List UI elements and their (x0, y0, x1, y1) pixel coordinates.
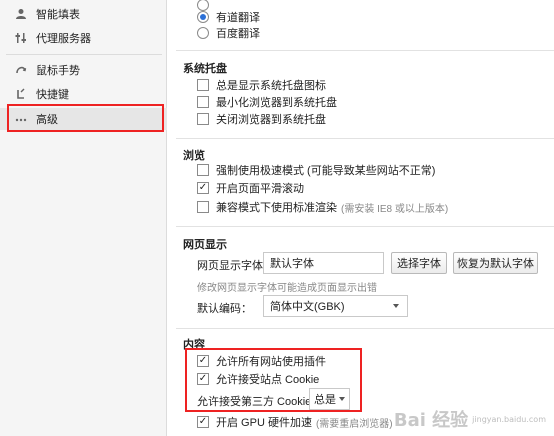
translate-option-youdao[interactable]: 有道翻译 (197, 9, 260, 25)
baidu-watermark: Bai 经验 jingyan.baidu.com (394, 406, 546, 432)
sidebar-item-label: 智能填表 (36, 9, 80, 21)
section-title-content: 内容 (183, 339, 205, 351)
option-label: 最小化浏览器到系统托盘 (216, 97, 337, 109)
settings-sidebar: 智能填表 代理服务器 鼠标手势 快捷键 高级 (0, 0, 167, 436)
option-label: 关闭浏览器到系统托盘 (216, 114, 326, 126)
sidebar-item-label: 代理服务器 (36, 33, 91, 45)
sidebar-item-autofill[interactable]: 智能填表 (0, 3, 167, 25)
radio-button[interactable] (197, 27, 209, 39)
translate-option-label: 有道翻译 (216, 12, 260, 24)
section-divider (176, 138, 554, 139)
font-field-value: 默认字体 (270, 258, 314, 270)
tray-option[interactable]: 最小化浏览器到系统托盘 (197, 94, 337, 110)
checkbox[interactable] (197, 113, 209, 125)
encoding-select-value: 简体中文(GBK) (270, 301, 345, 313)
font-field[interactable]: 默认字体 (263, 252, 384, 274)
encoding-select[interactable]: 简体中文(GBK) (263, 295, 408, 317)
section-title-tray: 系统托盘 (183, 63, 227, 75)
radio-button[interactable] (197, 11, 209, 23)
content-option[interactable]: ✓ 允许所有网站使用插件 (197, 353, 326, 369)
sidebar-item-advanced[interactable]: 高级 (0, 108, 167, 130)
translate-option-label: 百度翻译 (216, 28, 260, 40)
option-label: 允许所有网站使用插件 (216, 356, 326, 368)
option-label: 允许接受站点 Cookie (216, 374, 320, 386)
chevron-down-icon (339, 397, 345, 401)
browse-option[interactable]: ✓ 开启页面平滑滚动 (197, 180, 304, 196)
option-label: 开启页面平滑滚动 (216, 183, 304, 195)
person-icon (14, 7, 28, 21)
option-note: (需安装 IE8 或以上版本) (341, 203, 449, 215)
checkbox[interactable] (197, 96, 209, 108)
third-party-cookie-value: 总是 (314, 394, 336, 406)
more-dots-icon (14, 112, 28, 126)
option-label: 总是显示系统托盘图标 (216, 80, 326, 92)
checkbox[interactable] (197, 164, 209, 176)
checkbox[interactable] (197, 201, 209, 213)
sidebar-item-gesture[interactable]: 鼠标手势 (0, 59, 167, 81)
section-title-webfont: 网页显示 (183, 239, 227, 251)
gpu-option[interactable]: ✓ 开启 GPU 硬件加速 (需要重启浏览器) (197, 414, 393, 430)
section-divider (176, 226, 554, 227)
checkbox-checked[interactable]: ✓ (197, 373, 209, 385)
checkbox-checked[interactable]: ✓ (197, 355, 209, 367)
choose-font-button[interactable]: 选择字体 (391, 252, 447, 274)
option-label: 开启 GPU 硬件加速 (216, 417, 312, 429)
sliders-icon (14, 31, 28, 45)
reset-font-button[interactable]: 恢复为默认字体 (453, 252, 538, 274)
encoding-label: 默认编码： (197, 303, 252, 315)
tray-option[interactable]: 总是显示系统托盘图标 (197, 77, 326, 93)
translate-option-baidu[interactable]: 百度翻译 (197, 25, 260, 41)
option-label: 强制使用极速模式 (可能导致某些网站不正常) (216, 165, 436, 177)
checkbox[interactable] (197, 79, 209, 91)
gesture-icon (14, 63, 28, 77)
watermark-sub: jingyan.baidu.com (472, 414, 546, 424)
sidebar-item-shortcut[interactable]: 快捷键 (0, 83, 167, 105)
third-party-cookie-select[interactable]: 总是 (309, 388, 350, 410)
tray-option[interactable]: 关闭浏览器到系统托盘 (197, 111, 326, 127)
third-party-cookie-label: 允许接受第三方 Cookie： (197, 396, 323, 408)
sidebar-item-label: 高级 (36, 114, 58, 126)
content-option[interactable]: ✓ 允许接受站点 Cookie (197, 371, 319, 387)
sidebar-item-proxy[interactable]: 代理服务器 (0, 27, 167, 49)
option-label: 兼容模式下使用标准渲染 (216, 202, 337, 214)
sidebar-item-label: 快捷键 (36, 89, 69, 101)
browse-option[interactable]: 强制使用极速模式 (可能导致某些网站不正常) (197, 162, 435, 178)
checkbox-checked[interactable]: ✓ (197, 182, 209, 194)
sidebar-item-label: 鼠标手势 (36, 65, 80, 77)
option-note: (需要重启浏览器) (315, 418, 393, 430)
chevron-down-icon (393, 304, 399, 308)
browse-option[interactable]: 兼容模式下使用标准渲染 (需安装 IE8 或以上版本) (197, 199, 448, 215)
section-divider (176, 328, 554, 329)
checkbox-checked[interactable]: ✓ (197, 416, 209, 428)
font-hint: 修改网页显示字体可能造成页面显示出错 (197, 283, 377, 294)
shortcut-icon (14, 87, 28, 101)
section-divider (176, 50, 554, 51)
sidebar-divider (6, 54, 162, 55)
section-title-browse: 浏览 (183, 150, 205, 162)
watermark-text: Bai 经验 (393, 410, 469, 431)
